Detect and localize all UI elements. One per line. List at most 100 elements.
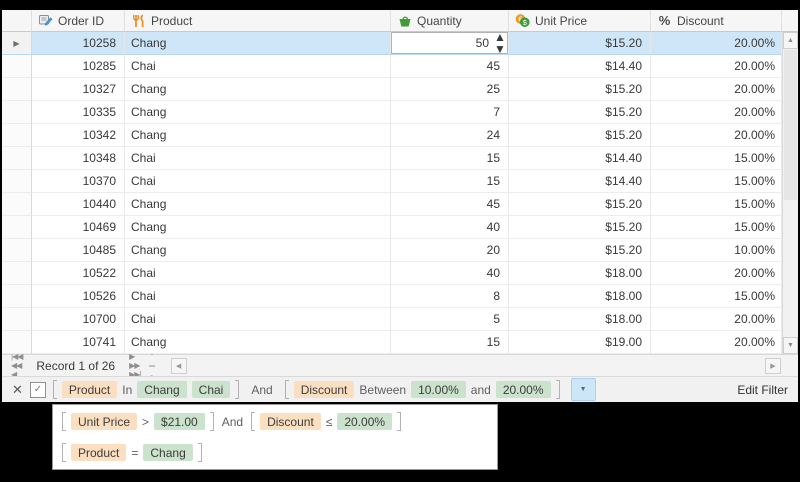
quantity-editor[interactable]: 50 ▲ ▼ (391, 32, 508, 54)
cell-order-id[interactable]: 10258 (32, 32, 125, 55)
cell-unit-price[interactable]: $15.20 (509, 216, 651, 239)
column-header-order-id[interactable]: Order ID (32, 10, 125, 32)
cell-order-id[interactable]: 10522 (32, 262, 125, 285)
cell-unit-price[interactable]: $18.00 (509, 262, 651, 285)
cell-discount[interactable]: 15.00% (651, 147, 782, 170)
cell-order-id[interactable]: 10348 (32, 147, 125, 170)
cell-product[interactable]: Chang (125, 32, 391, 55)
next-page-button[interactable]: ▶▶ (129, 361, 140, 370)
table-row[interactable]: 10440 Chang 45 $15.20 15.00% (2, 193, 798, 216)
cell-unit-price[interactable]: $14.40 (509, 147, 651, 170)
cell-unit-price[interactable]: $15.20 (509, 32, 651, 55)
close-filter-icon[interactable]: ✕ (12, 382, 23, 398)
cell-discount[interactable]: 15.00% (651, 285, 782, 308)
cell-quantity[interactable]: 15 (391, 170, 509, 193)
cell-product[interactable]: Chai (125, 285, 391, 308)
cell-quantity[interactable]: 50 ▲ ▼ (391, 32, 509, 55)
cell-quantity[interactable]: 7 (391, 101, 509, 124)
cell-order-id[interactable]: 10526 (32, 285, 125, 308)
cell-product[interactable]: Chai (125, 262, 391, 285)
filter-operator-in[interactable]: In (122, 383, 132, 397)
table-row[interactable]: 10370 Chai 15 $14.40 15.00% (2, 170, 798, 193)
filter-mru-dropdown-button[interactable]: ▼ (570, 378, 596, 401)
cell-discount[interactable]: 20.00% (651, 78, 782, 101)
cell-product[interactable]: Chai (125, 147, 391, 170)
cell-product[interactable]: Chang (125, 78, 391, 101)
cell-product[interactable]: Chang (125, 124, 391, 147)
filter-operator-between[interactable]: Between (359, 383, 406, 397)
table-row[interactable]: 10522 Chai 40 $18.00 20.00% (2, 262, 798, 285)
table-row[interactable]: 10285 Chai 45 $14.40 20.00% (2, 55, 798, 78)
cell-quantity[interactable]: 45 (391, 193, 509, 216)
table-row[interactable]: 10342 Chang 24 $15.20 20.00% (2, 124, 798, 147)
quantity-editor-value[interactable]: 50 (392, 36, 493, 50)
filter-field-discount[interactable]: Discount (293, 381, 355, 398)
cell-product[interactable]: Chang (125, 193, 391, 216)
cell-order-id[interactable]: 10285 (32, 55, 125, 78)
cell-unit-price[interactable]: $15.20 (509, 239, 651, 262)
cell-order-id[interactable]: 10469 (32, 216, 125, 239)
column-header-discount[interactable]: % Discount (651, 10, 782, 32)
cell-discount[interactable]: 20.00% (651, 308, 782, 331)
cell-unit-price[interactable]: $14.40 (509, 55, 651, 78)
scroll-right-button[interactable]: ▶ (765, 357, 781, 374)
mru-filter-item-2[interactable]: Product = Chang (62, 442, 488, 463)
table-row[interactable]: 10348 Chai 15 $14.40 15.00% (2, 147, 798, 170)
table-row[interactable]: 10700 Chai 5 $18.00 20.00% (2, 308, 798, 331)
cell-unit-price[interactable]: $15.20 (509, 193, 651, 216)
column-header-quantity[interactable]: Quantity (391, 10, 509, 32)
cell-order-id[interactable]: 10370 (32, 170, 125, 193)
cell-order-id[interactable]: 10741 (32, 331, 125, 354)
cell-quantity[interactable]: 15 (391, 331, 509, 354)
edit-filter-button[interactable]: Edit Filter (737, 383, 788, 397)
column-header-product[interactable]: Product (125, 10, 391, 32)
cell-unit-price[interactable]: $15.20 (509, 78, 651, 101)
cell-quantity[interactable]: 45 (391, 55, 509, 78)
cell-discount[interactable]: 15.00% (651, 216, 782, 239)
cell-order-id[interactable]: 10440 (32, 193, 125, 216)
cell-quantity[interactable]: 20 (391, 239, 509, 262)
cell-order-id[interactable]: 10327 (32, 78, 125, 101)
cell-quantity[interactable]: 8 (391, 285, 509, 308)
spin-down-icon[interactable]: ▼ (494, 43, 506, 54)
cell-product[interactable]: Chai (125, 55, 391, 78)
scroll-down-button[interactable]: ▼ (783, 337, 798, 354)
mru-filter-item-1[interactable]: Unit Price > $21.00 And Discount ≤ 20.00… (62, 411, 488, 432)
cell-product[interactable]: Chang (125, 331, 391, 354)
vertical-scrollbar-thumb[interactable] (784, 50, 797, 200)
filter-value-10pct[interactable]: 10.00% (411, 381, 466, 398)
cell-unit-price[interactable]: $15.20 (509, 101, 651, 124)
scroll-up-button[interactable]: ▲ (783, 32, 798, 49)
scroll-left-button[interactable]: ◀ (170, 357, 187, 374)
cell-product[interactable]: Chang (125, 239, 391, 262)
cell-unit-price[interactable]: $15.20 (509, 124, 651, 147)
filter-value-chang[interactable]: Chang (137, 381, 187, 398)
cell-order-id[interactable]: 10335 (32, 101, 125, 124)
table-row[interactable]: ▶ 10258 Chang 50 ▲ ▼ $15.20 20.00% (2, 32, 798, 55)
cell-discount[interactable]: 15.00% (651, 170, 782, 193)
delete-record-button[interactable]: − (149, 359, 159, 373)
table-row[interactable]: 10526 Chai 8 $18.00 15.00% (2, 285, 798, 308)
filter-joiner-and[interactable]: And (251, 383, 272, 397)
cell-discount[interactable]: 20.00% (651, 101, 782, 124)
cell-quantity[interactable]: 40 (391, 262, 509, 285)
cell-quantity[interactable]: 5 (391, 308, 509, 331)
table-row[interactable]: 10741 Chang 15 $19.00 20.00% (2, 331, 798, 354)
cell-order-id[interactable]: 10342 (32, 124, 125, 147)
cell-discount[interactable]: 10.00% (651, 239, 782, 262)
cell-order-id[interactable]: 10700 (32, 308, 125, 331)
table-row[interactable]: 10485 Chang 20 $15.20 10.00% (2, 239, 798, 262)
table-row[interactable]: 10327 Chang 25 $15.20 20.00% (2, 78, 798, 101)
cell-product[interactable]: Chang (125, 101, 391, 124)
cell-product[interactable]: Chang (125, 216, 391, 239)
cell-unit-price[interactable]: $19.00 (509, 331, 651, 354)
filter-field-product[interactable]: Product (61, 381, 118, 398)
cell-discount[interactable]: 20.00% (651, 262, 782, 285)
column-header-unit-price[interactable]: € $ Unit Price (509, 10, 651, 32)
filter-enabled-checkbox[interactable]: ✓ (29, 381, 46, 398)
cell-quantity[interactable]: 15 (391, 147, 509, 170)
filter-value-chai[interactable]: Chai (191, 381, 231, 398)
cell-discount[interactable]: 20.00% (651, 32, 782, 55)
cell-product[interactable]: Chai (125, 170, 391, 193)
table-row[interactable]: 10469 Chang 40 $15.20 15.00% (2, 216, 798, 239)
